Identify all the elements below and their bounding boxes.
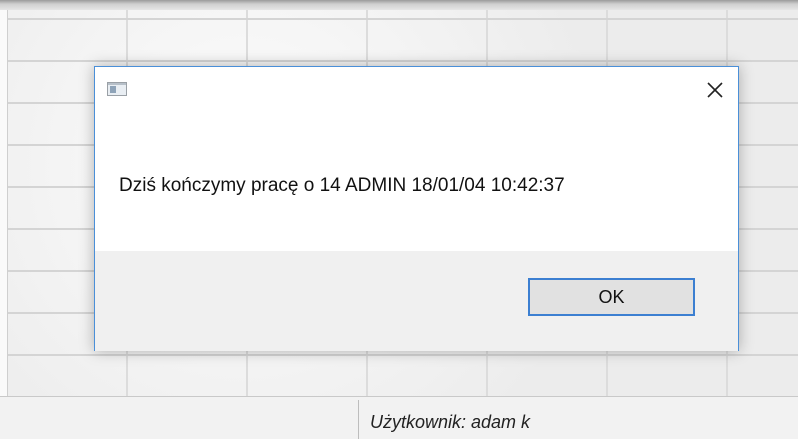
status-divider bbox=[358, 400, 359, 439]
ok-button[interactable]: OK bbox=[528, 278, 695, 316]
status-user-label: Użytkownik: adam k bbox=[370, 412, 531, 432]
message-dialog: Dziś kończymy pracę o 14 ADMIN 18/01/04 … bbox=[94, 66, 739, 351]
top-bar bbox=[0, 0, 798, 10]
dialog-titlebar[interactable] bbox=[95, 67, 738, 113]
close-button[interactable] bbox=[692, 67, 738, 113]
dialog-footer: OK bbox=[95, 251, 738, 351]
left-edge-panel bbox=[0, 10, 8, 396]
dialog-message: Dziś kończymy pracę o 14 ADMIN 18/01/04 … bbox=[119, 175, 565, 196]
dialog-body: Dziś kończymy pracę o 14 ADMIN 18/01/04 … bbox=[95, 113, 738, 251]
close-icon bbox=[707, 82, 723, 98]
app-window-icon bbox=[107, 82, 127, 96]
